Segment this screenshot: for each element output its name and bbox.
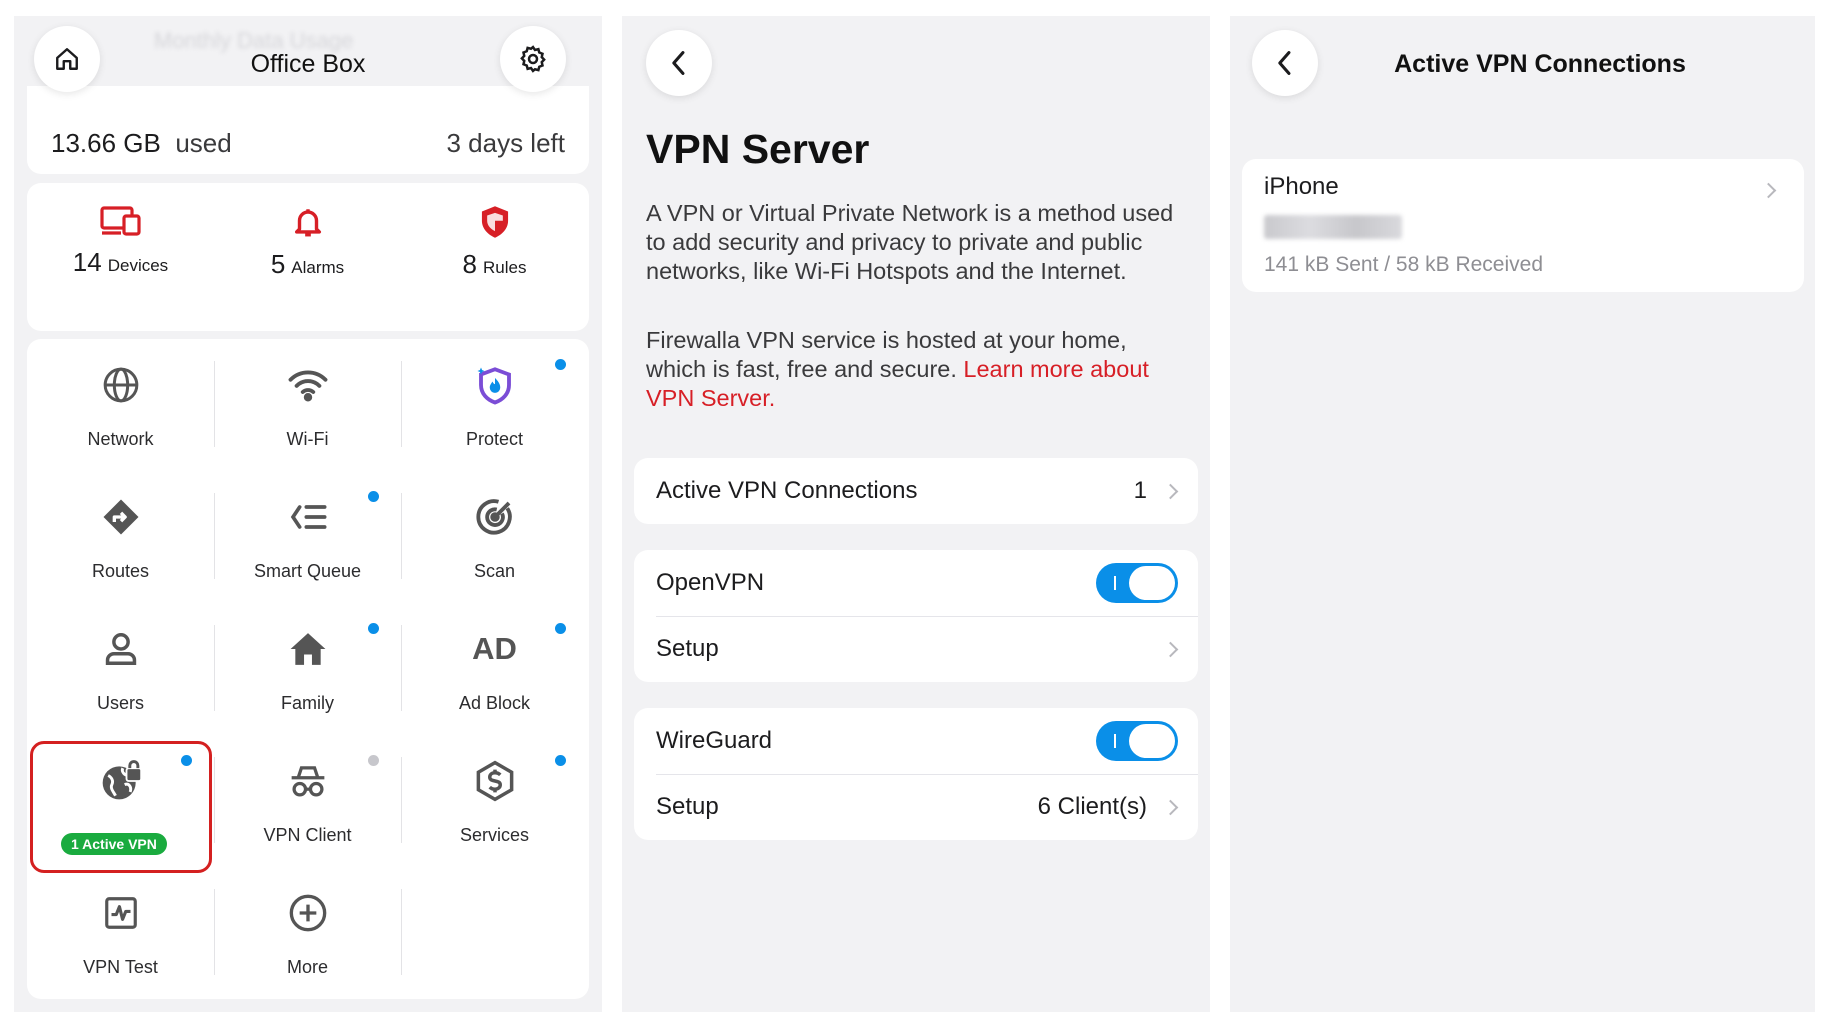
tile-routes[interactable]: Routes — [27, 471, 214, 603]
tile-vpn-client[interactable]: VPN Client — [214, 735, 401, 867]
back-button[interactable] — [1252, 30, 1318, 96]
user-icon — [105, 633, 136, 665]
settings-button[interactable] — [500, 26, 566, 92]
notification-dot — [368, 491, 379, 502]
home-button[interactable] — [34, 26, 100, 92]
vpn-highlight-box — [30, 741, 212, 873]
route-icon — [103, 499, 138, 535]
active-connections-panel: Active VPN Connections iPhone 141 kB Sen… — [1230, 16, 1815, 1012]
days-left: 3 days left — [446, 128, 565, 158]
plus-circle-icon — [289, 894, 326, 932]
gear-icon — [520, 45, 546, 73]
wireguard-toggle[interactable] — [1096, 721, 1178, 761]
active-connections-row[interactable]: Active VPN Connections 1 — [634, 462, 1198, 520]
stats-card: 14 Devices 5 Alarms 8 Rules — [27, 183, 589, 331]
device-title: Office Box — [250, 50, 366, 78]
connection-item[interactable]: iPhone 141 kB Sent / 58 kB Received — [1242, 159, 1804, 292]
wireguard-setup-row[interactable]: Setup 6 Client(s) — [634, 778, 1198, 836]
active-connections-card[interactable]: Active VPN Connections 1 — [634, 458, 1198, 524]
tile-network[interactable]: Network — [27, 339, 214, 471]
chevron-right-icon — [1162, 483, 1179, 499]
openvpn-setup-row[interactable]: Setup — [634, 620, 1198, 678]
tile-scan[interactable]: Scan — [401, 471, 588, 603]
vpn-server-panel: VPN Server A VPN or Virtual Private Netw… — [622, 16, 1210, 1012]
page-title: VPN Server — [646, 126, 870, 172]
page-title: Active VPN Connections — [1394, 50, 1686, 78]
spy-icon — [291, 766, 324, 797]
queue-icon — [290, 505, 326, 529]
chevron-right-icon — [1760, 182, 1777, 199]
notification-dot — [555, 623, 566, 634]
devices-icon — [99, 206, 141, 236]
tile-vpn-test[interactable]: VPN Test — [27, 867, 214, 999]
tile-smart-queue[interactable]: Smart Queue — [214, 471, 401, 603]
vpn-hosted-text: Firewalla VPN service is hosted at your … — [646, 327, 1149, 411]
home-panel: Monthly Data Usage 13.66 GB used 3 days … — [14, 16, 602, 1012]
connection-device-name: iPhone — [1264, 173, 1339, 200]
stat-rules[interactable]: 8 Rules — [401, 205, 588, 280]
services-icon — [476, 760, 513, 802]
pulse-icon — [104, 897, 137, 929]
home-icon — [290, 633, 325, 665]
ad-icon: AD — [472, 631, 517, 666]
usage-amount: 13.66 GB used — [51, 128, 232, 158]
globe-icon — [103, 367, 138, 403]
tile-protect[interactable]: Protect — [401, 339, 588, 471]
protect-icon — [477, 367, 511, 405]
wireguard-card: WireGuard Setup 6 Client(s) — [634, 708, 1198, 840]
wifi-icon — [288, 370, 327, 402]
tile-wifi[interactable]: Wi-Fi — [214, 339, 401, 471]
chevron-right-icon — [1162, 641, 1179, 657]
notification-dot — [368, 623, 379, 634]
back-button[interactable] — [646, 30, 712, 96]
notification-dot — [555, 755, 566, 766]
notification-dot — [368, 755, 379, 766]
stat-alarms[interactable]: 5 Alarms — [214, 205, 401, 280]
openvpn-setup-label: Setup — [656, 635, 719, 662]
feature-grid: Network Wi-Fi Protect Routes Smart Queue… — [27, 339, 589, 999]
home-icon — [56, 48, 78, 70]
tile-ad-block[interactable]: AD Ad Block — [401, 603, 588, 735]
chevron-right-icon — [1162, 799, 1179, 815]
vpn-description: A VPN or Virtual Private Network is a me… — [646, 200, 1174, 284]
usage-card[interactable]: 13.66 GB used 3 days left — [27, 86, 589, 174]
active-connections-count: 1 — [1133, 477, 1147, 504]
openvpn-card: OpenVPN Setup — [634, 550, 1198, 682]
shield-icon — [481, 206, 508, 238]
active-connections-label: Active VPN Connections — [656, 477, 918, 504]
bell-icon — [294, 209, 321, 237]
redacted-ip — [1264, 215, 1402, 239]
notification-dot — [555, 359, 566, 370]
chevron-left-icon — [1278, 51, 1291, 75]
chevron-left-icon — [672, 51, 685, 75]
stat-devices[interactable]: 14 Devices — [27, 205, 214, 278]
wireguard-clients-count: 6 Client(s) — [1037, 793, 1147, 820]
tile-more[interactable]: More — [214, 867, 401, 999]
openvpn-toggle[interactable] — [1096, 563, 1178, 603]
tile-services[interactable]: Services — [401, 735, 588, 867]
openvpn-label: OpenVPN — [656, 569, 765, 596]
tile-users[interactable]: Users — [27, 603, 214, 735]
wireguard-label: WireGuard — [656, 727, 773, 754]
wireguard-setup-label: Setup — [656, 793, 719, 820]
radar-icon — [475, 499, 512, 535]
connection-traffic: 141 kB Sent / 58 kB Received — [1264, 253, 1543, 276]
tile-family[interactable]: Family — [214, 603, 401, 735]
